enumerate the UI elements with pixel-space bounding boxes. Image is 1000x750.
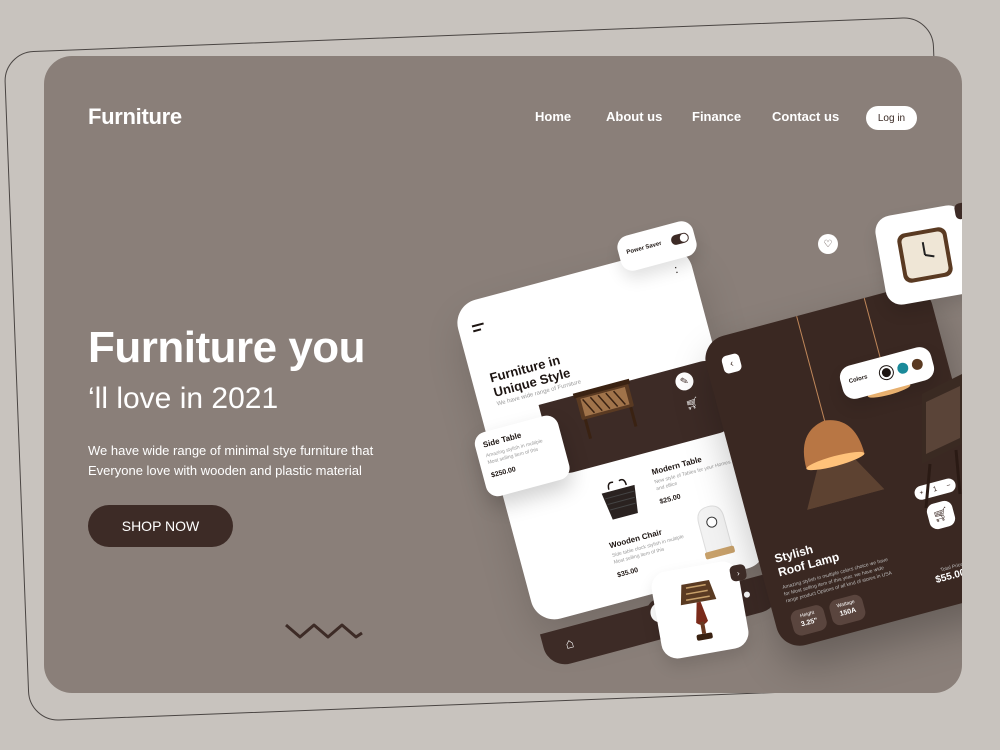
- power-saver-toggle[interactable]: [669, 231, 690, 246]
- product-card-side-table[interactable]: Side Table Amazing stylish in multiple M…: [472, 412, 573, 499]
- total-price: Total Price $55.00: [934, 561, 962, 586]
- basket-image: [601, 478, 638, 520]
- menu-icon[interactable]: [471, 322, 485, 333]
- back-button[interactable]: ‹: [720, 352, 743, 375]
- next-arrow-button[interactable]: ›: [728, 563, 748, 583]
- heart-icon[interactable]: ♡: [818, 234, 838, 254]
- hero-subtitle: ‘ll love in 2021: [88, 382, 279, 415]
- clock-card[interactable]: ›: [872, 201, 962, 308]
- color-swatch-brown[interactable]: [910, 357, 925, 372]
- product-modern-table[interactable]: Modern Table New style of Tables for you…: [651, 447, 738, 506]
- table-lamp-card[interactable]: ›: [649, 559, 751, 661]
- nav-contact[interactable]: Contact us: [772, 109, 839, 124]
- table-lamp-image: [680, 579, 717, 641]
- nav-about[interactable]: About us: [606, 109, 662, 124]
- zigzag-decoration: [285, 623, 363, 639]
- glass-clock-image: [697, 505, 735, 560]
- next-arrow-button[interactable]: ›: [953, 201, 962, 221]
- colors-label: Colors: [848, 374, 869, 386]
- spec-height: Height 3.25": [788, 603, 829, 638]
- hero-title: Furniture you: [88, 323, 366, 372]
- cabinet-image: [922, 374, 962, 509]
- login-button[interactable]: Log in: [866, 106, 917, 130]
- spec-wattage: Wattage 150A: [827, 593, 868, 627]
- wall-clock-image: [897, 227, 953, 283]
- hero-description: We have wide range of minimal stye furni…: [88, 443, 374, 478]
- color-swatch-dark[interactable]: [878, 364, 895, 381]
- hero-card: Furniture Home About us Finance Contact …: [44, 56, 962, 693]
- nav-home[interactable]: Home: [535, 109, 571, 124]
- more-icon[interactable]: · ·: [672, 260, 681, 279]
- power-saver-label: Power Saver: [626, 240, 663, 256]
- nav-finance[interactable]: Finance: [692, 109, 741, 124]
- logo[interactable]: Furniture: [88, 104, 182, 130]
- shop-now-button[interactable]: SHOP NOW: [88, 505, 233, 547]
- color-swatch-teal[interactable]: [896, 361, 910, 375]
